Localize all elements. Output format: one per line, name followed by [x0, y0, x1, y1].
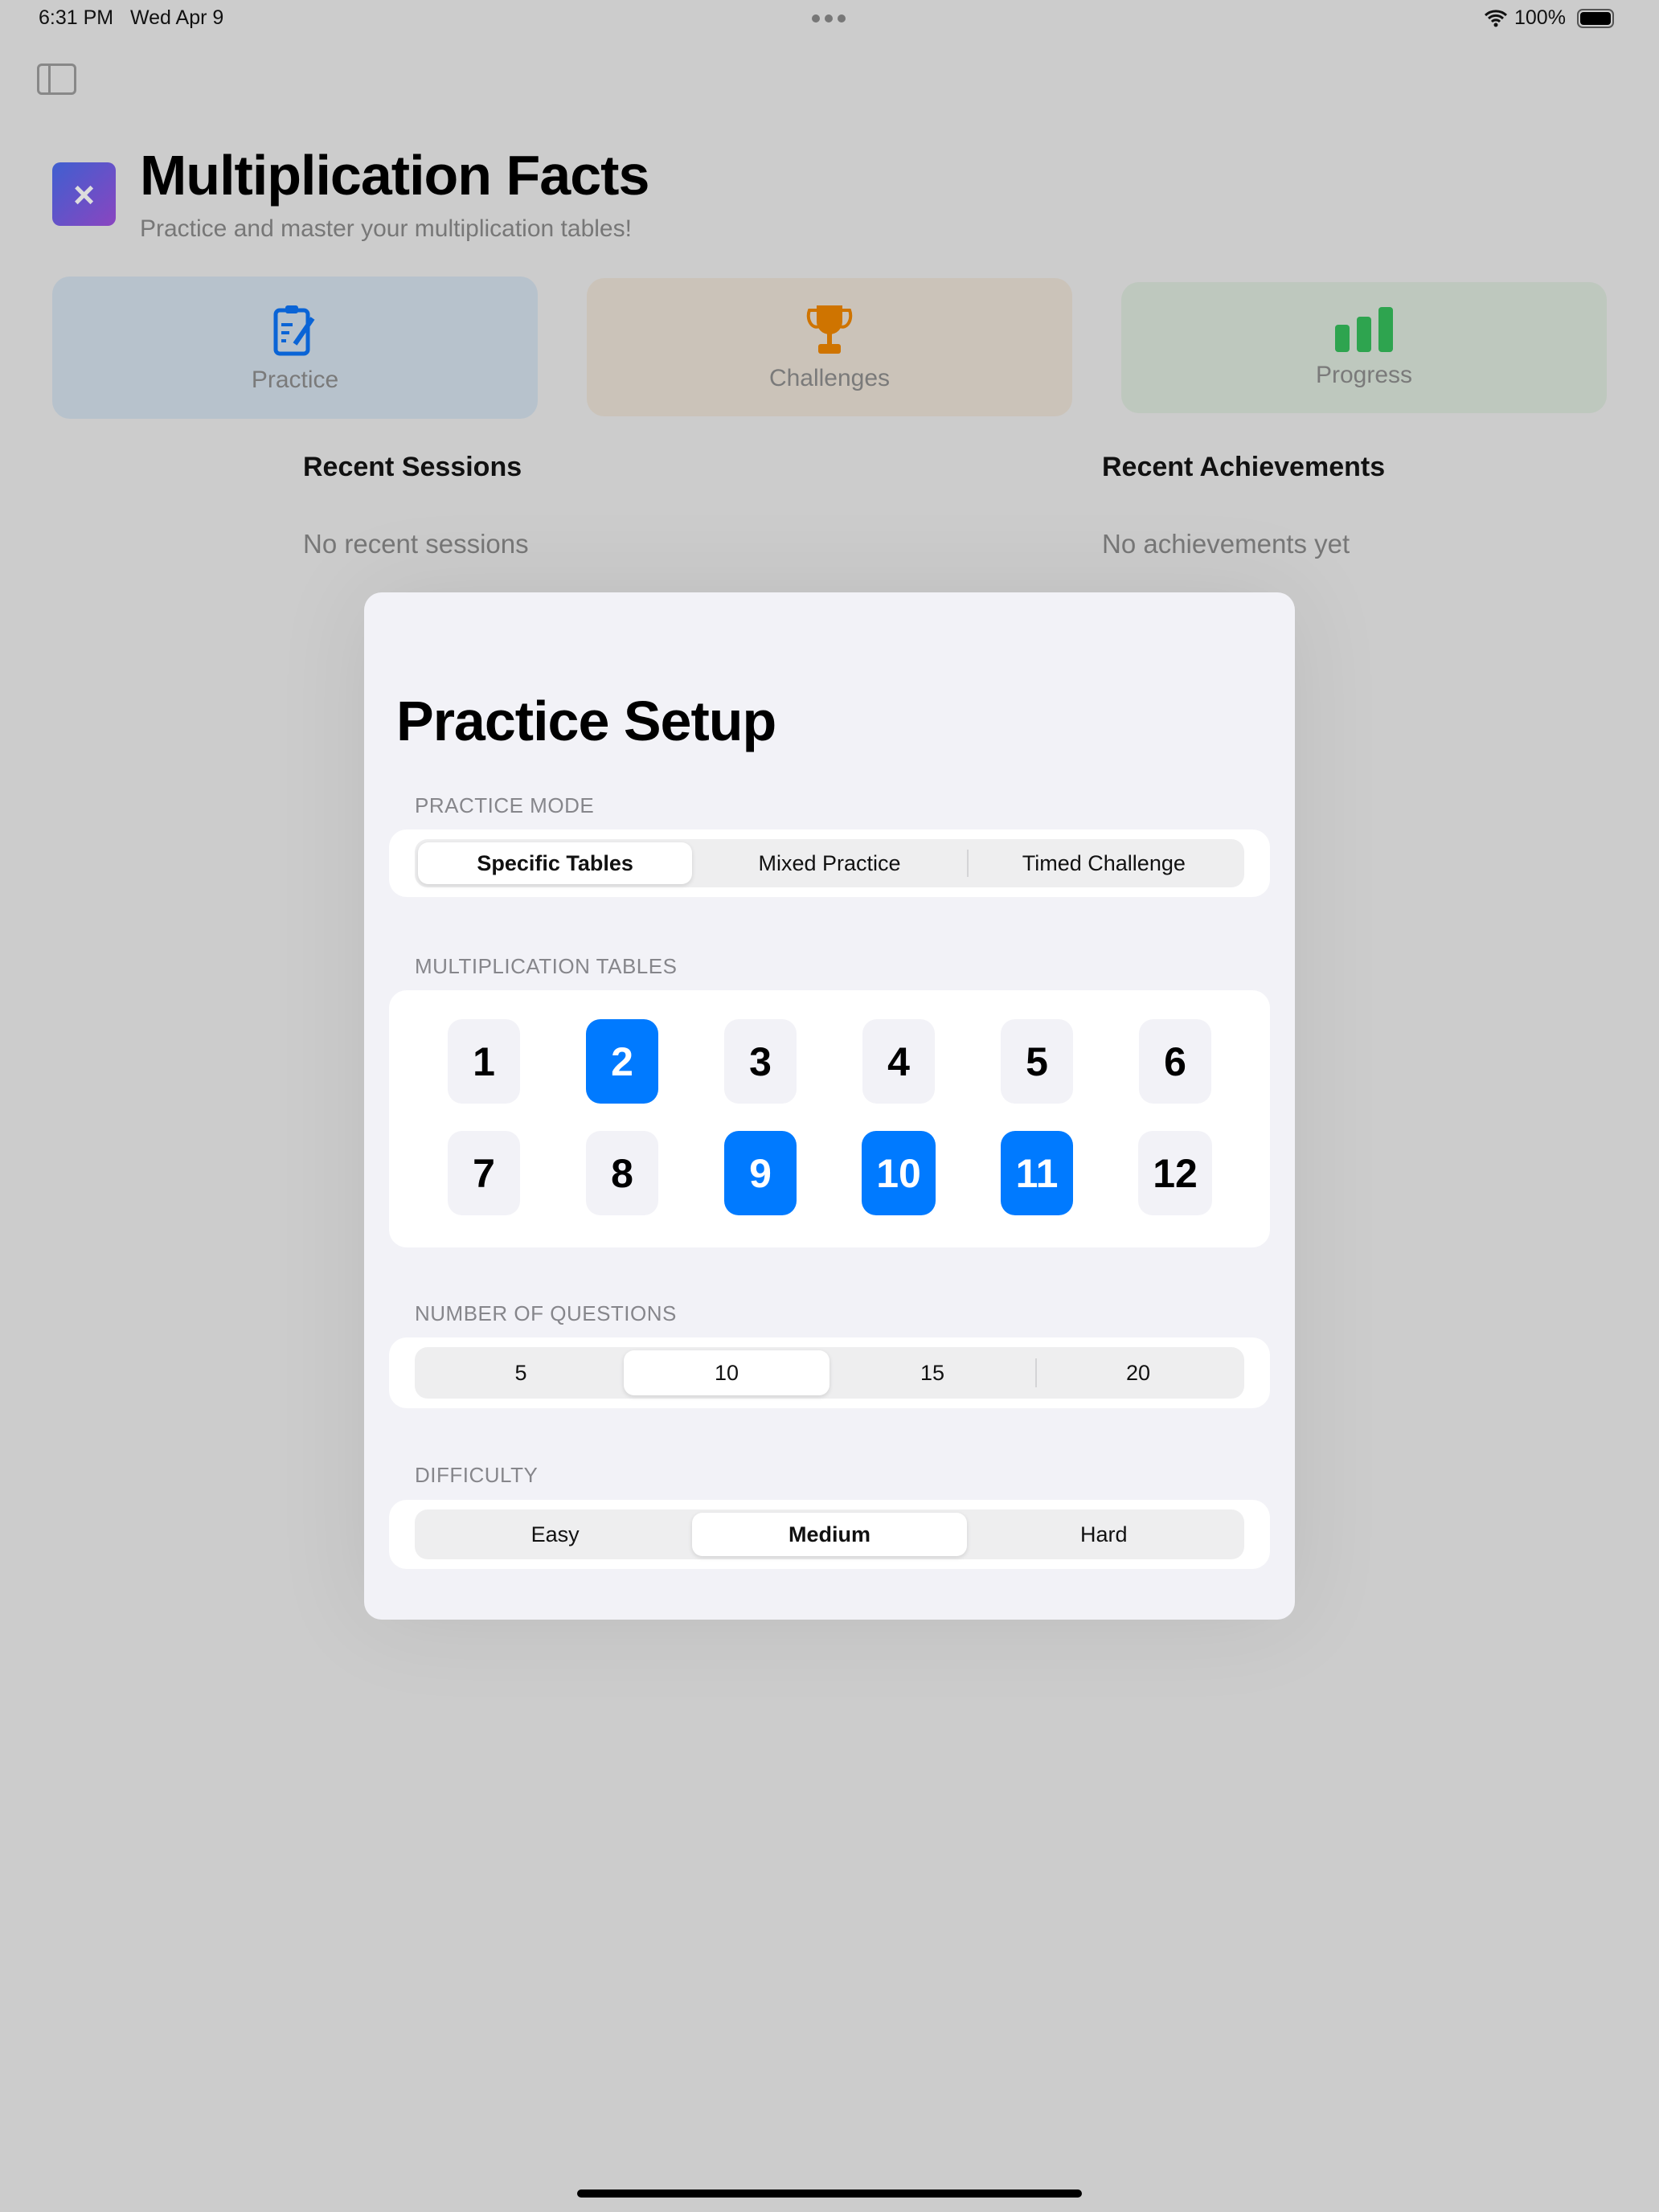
page-subtitle: Practice and master your multiplication … [140, 215, 632, 242]
table-tile-9[interactable]: 9 [724, 1131, 797, 1215]
status-time: 6:31 PM [39, 6, 114, 29]
sheet-title: Practice Setup [396, 690, 776, 752]
practice-mode-segmented-control[interactable]: Specific Tables Mixed Practice Timed Cha… [415, 839, 1244, 887]
practice-mode-label: PRACTICE MODE [415, 793, 595, 817]
segment-mixed-practice[interactable]: Mixed Practice [692, 842, 966, 884]
table-tile-3[interactable]: 3 [724, 1019, 797, 1104]
app-icon: × [52, 162, 116, 226]
multitasking-dots-icon[interactable] [812, 14, 846, 23]
recent-achievements-empty: No achievements yet [1102, 529, 1350, 559]
segment-specific-tables[interactable]: Specific Tables [418, 842, 693, 884]
practice-setup-sheet: Practice Setup PRACTICE MODE Specific Ta… [364, 592, 1295, 1620]
trophy-icon [806, 305, 853, 354]
bar-chart-icon [1335, 306, 1393, 352]
table-tile-2[interactable]: 2 [586, 1019, 658, 1104]
table-tile-1[interactable]: 1 [448, 1019, 520, 1104]
practice-card-label: Practice [251, 366, 339, 393]
challenges-card[interactable]: Challenges [587, 278, 1072, 416]
difficulty-card: Easy Medium Hard [389, 1500, 1270, 1569]
recent-sessions-empty: No recent sessions [303, 529, 529, 559]
home-indicator[interactable] [577, 2189, 1082, 2198]
table-tile-5[interactable]: 5 [1001, 1019, 1073, 1104]
multiplication-tables-label: MULTIPLICATION TABLES [415, 954, 678, 978]
practice-mode-card: Specific Tables Mixed Practice Timed Cha… [389, 830, 1270, 897]
practice-card[interactable]: Practice [52, 276, 538, 419]
questions-card: 5 10 15 20 [389, 1337, 1270, 1408]
page-title: Multiplication Facts [140, 144, 649, 207]
segment-questions-15[interactable]: 15 [830, 1350, 1035, 1395]
challenges-card-label: Challenges [768, 365, 891, 391]
table-tile-7[interactable]: 7 [448, 1131, 520, 1215]
wifi-icon [1484, 10, 1508, 27]
tables-card: 1 2 3 4 5 6 7 8 9 10 11 12 [389, 990, 1270, 1247]
segment-timed-challenge[interactable]: Timed Challenge [966, 842, 1241, 884]
table-tile-11[interactable]: 11 [1001, 1131, 1073, 1215]
table-tile-12[interactable]: 12 [1138, 1131, 1212, 1215]
questions-segmented-control[interactable]: 5 10 15 20 [415, 1347, 1244, 1399]
table-tile-6[interactable]: 6 [1139, 1019, 1211, 1104]
table-tile-10[interactable]: 10 [862, 1131, 936, 1215]
status-date: Wed Apr 9 [130, 6, 224, 29]
segment-questions-5[interactable]: 5 [418, 1350, 624, 1395]
difficulty-label: DIFFICULTY [415, 1463, 539, 1487]
segment-questions-20[interactable]: 20 [1035, 1350, 1241, 1395]
progress-card[interactable]: Progress [1121, 282, 1607, 413]
recent-sessions-title: Recent Sessions [303, 452, 522, 482]
table-tile-4[interactable]: 4 [862, 1019, 935, 1104]
battery-icon [1577, 9, 1614, 28]
number-of-questions-label: NUMBER OF QUESTIONS [415, 1301, 677, 1325]
segment-questions-10[interactable]: 10 [624, 1350, 830, 1395]
clipboard-pencil-icon [273, 305, 315, 355]
segment-hard[interactable]: Hard [967, 1513, 1241, 1556]
difficulty-segmented-control[interactable]: Easy Medium Hard [415, 1509, 1244, 1559]
battery-percent: 100% [1514, 6, 1566, 29]
segment-medium[interactable]: Medium [692, 1513, 967, 1556]
progress-card-label: Progress [1315, 361, 1413, 388]
sidebar-toggle-icon[interactable] [37, 63, 76, 95]
segment-easy[interactable]: Easy [418, 1513, 692, 1556]
recent-achievements-title: Recent Achievements [1102, 452, 1386, 482]
table-tile-8[interactable]: 8 [586, 1131, 658, 1215]
